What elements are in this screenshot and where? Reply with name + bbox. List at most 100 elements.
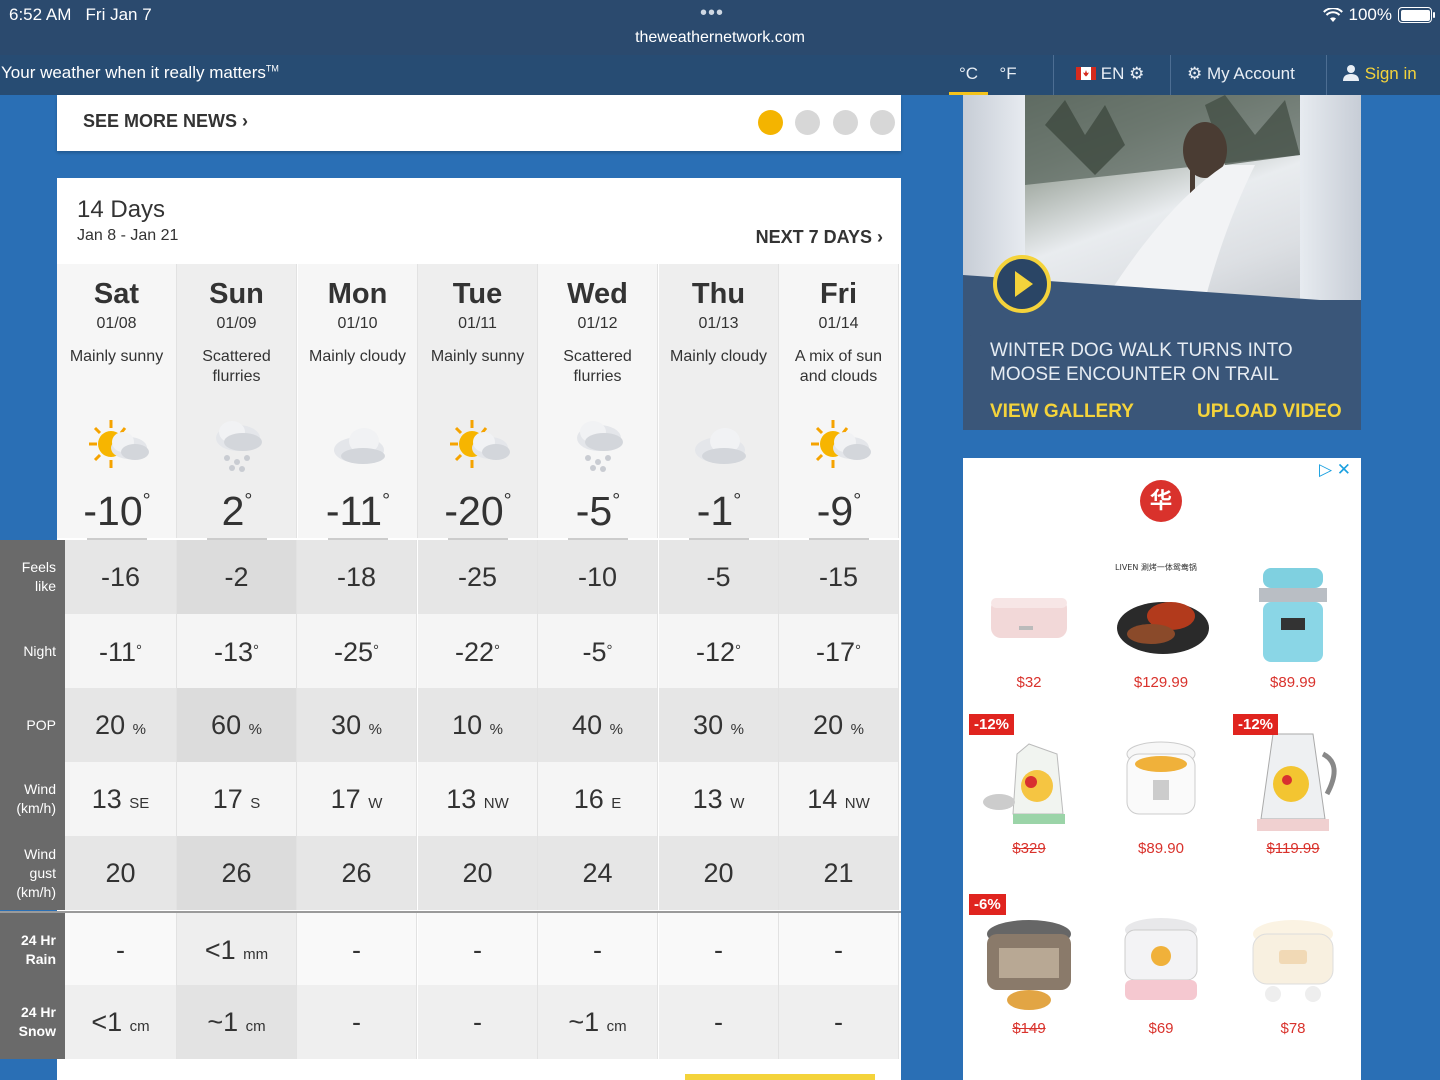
video-card[interactable]: WINTER DOG WALK TURNS INTO MOOSE ENCOUNT…	[963, 95, 1361, 430]
row-value: 26	[297, 836, 417, 910]
snow-cloud-icon	[205, 416, 271, 476]
row-value: -17°	[779, 614, 899, 688]
video-frame-right	[1300, 95, 1361, 300]
row-value: -25	[418, 540, 538, 614]
product-image	[1243, 904, 1343, 1014]
ad-choices-icon[interactable]: ▷ ✕	[1319, 460, 1351, 480]
row-value: -	[297, 913, 417, 987]
day-column-wed[interactable]: Wed 01/12 Scattered flurries -5°	[538, 264, 658, 540]
sign-in-link[interactable]: Sign in	[1342, 55, 1432, 95]
product-price: $149	[1012, 1020, 1046, 1037]
product-price: $119.99	[1266, 840, 1320, 857]
day-column-tue[interactable]: Tue 01/11 Mainly sunny -20°	[418, 264, 538, 540]
my-account-label: My Account	[1206, 64, 1295, 83]
wind-row: 13 SE 17 S 17 W 13 NW 16 E 13 W 14 NW Wind (km/h…	[0, 762, 901, 836]
product-item[interactable]: $89.90	[1101, 714, 1221, 884]
carousel-dot[interactable]	[758, 110, 783, 135]
day-column-sat[interactable]: Sat 01/08 Mainly sunny -10°	[57, 264, 177, 540]
video-headline[interactable]: WINTER DOG WALK TURNS INTO MOOSE ENCOUNT…	[990, 339, 1330, 387]
header-divider	[1053, 55, 1054, 95]
day-name: Thu	[691, 278, 746, 310]
news-strip: SEE MORE NEWS ›	[57, 95, 901, 151]
row-value: <1 mm	[177, 913, 297, 987]
language-selector[interactable]: EN ⚙	[1076, 55, 1156, 95]
product-item[interactable]: $69	[1101, 894, 1221, 1064]
video-thumbnail[interactable]	[1025, 95, 1300, 300]
more-dots-icon[interactable]: •••	[700, 2, 724, 25]
canada-flag-icon	[1076, 67, 1096, 80]
product-item[interactable]: $149 -6%	[969, 894, 1089, 1064]
row-label: Wind gust (km/h)	[0, 836, 65, 910]
night-row: -11° -13° -25° -22° -5° -12° -17° Night	[0, 614, 901, 688]
product-image	[1243, 724, 1343, 834]
row-value: 26	[177, 836, 297, 910]
unit-fahrenheit-toggle[interactable]: °F	[993, 55, 1023, 95]
row-value: -	[65, 913, 177, 987]
play-icon[interactable]	[993, 255, 1051, 313]
day-column-mon[interactable]: Mon 01/10 Mainly cloudy -11°	[298, 264, 418, 540]
my-account-link[interactable]: ⚙ My Account	[1187, 55, 1317, 95]
sun-cloud-icon	[446, 416, 512, 476]
carousel-dot[interactable]	[833, 110, 858, 135]
product-item[interactable]: $89.99	[1233, 548, 1353, 718]
row-value: -15	[779, 540, 899, 614]
product-price: $78	[1280, 1020, 1306, 1037]
carousel-dot[interactable]	[870, 110, 895, 135]
header-divider	[1326, 55, 1327, 95]
next-7-days-button[interactable]: NEXT 7 DAYS ›	[756, 227, 883, 248]
product-price: $69	[1148, 1020, 1174, 1037]
day-column-thu[interactable]: Thu 01/13 Mainly cloudy -1°	[659, 264, 779, 540]
row-value: -10	[538, 540, 658, 614]
row-value: -5°	[538, 614, 658, 688]
product-image	[979, 724, 1079, 834]
cloud-icon	[687, 416, 753, 476]
day-date: 01/10	[337, 315, 378, 332]
day-column-fri[interactable]: Fri 01/14 A mix of sun and clouds -9°	[779, 264, 899, 540]
product-item[interactable]: $32	[969, 548, 1089, 718]
see-more-news-link[interactable]: SEE MORE NEWS ›	[83, 111, 248, 132]
row-value: -18	[297, 540, 417, 614]
moose-trail-image	[1025, 95, 1300, 300]
address-url[interactable]: theweathernetwork.com	[0, 29, 1440, 47]
upload-video-link[interactable]: UPLOAD VIDEO	[1197, 401, 1342, 423]
row-value: -	[418, 913, 538, 987]
forecast-date-range: Jan 8 - Jan 21	[77, 227, 179, 244]
pop-row: 20 % 60 % 30 % 10 % 40 % 30 % 20 % POP	[0, 688, 901, 762]
row-value: -	[779, 913, 899, 987]
row-label: Night	[0, 614, 65, 688]
row-value: -25°	[297, 614, 417, 688]
day-date: 01/13	[698, 315, 739, 332]
day-condition: Scattered flurries	[563, 348, 632, 385]
day-date: 01/12	[577, 315, 618, 332]
row-value: -	[659, 985, 779, 1059]
advertisement[interactable]: ▷ ✕ 华 $32 LIVEN 涮烤一体鸳鸯锅 $129.99 $89.99 $329 -…	[963, 458, 1361, 1080]
product-item[interactable]: LIVEN 涮烤一体鸳鸯锅 $129.99	[1101, 548, 1221, 718]
row-value: -2	[177, 540, 297, 614]
day-name: Sat	[93, 278, 140, 310]
carousel-dot[interactable]	[795, 110, 820, 135]
gear-icon: ⚙	[1187, 64, 1203, 83]
status-bar: 6:52 AM Fri Jan 7 ••• theweathernetwork.…	[0, 0, 1440, 55]
row-value: -13°	[177, 614, 297, 688]
product-item[interactable]: $78	[1233, 894, 1353, 1064]
row-label: POP	[0, 688, 65, 762]
row-value: 13 W	[659, 762, 779, 836]
day-name: Tue	[452, 278, 503, 310]
row-value: ~1 cm	[177, 985, 297, 1059]
discount-badge: -6%	[969, 894, 1006, 915]
svg-text:LIVEN 涮烤一体鸳鸯锅: LIVEN 涮烤一体鸳鸯锅	[1115, 562, 1197, 572]
unit-celsius-toggle[interactable]: °C	[949, 55, 988, 95]
product-image: LIVEN 涮烤一体鸳鸯锅	[1111, 558, 1211, 668]
product-image	[1111, 904, 1211, 1014]
gear-icon: ⚙	[1129, 64, 1145, 83]
day-column-sun[interactable]: Sun 01/09 Scattered flurries 2°	[177, 264, 297, 540]
product-item[interactable]: $119.99 -12%	[1233, 714, 1353, 884]
row-value: -	[538, 913, 658, 987]
day-name: Fri	[819, 278, 858, 310]
row-value: 16 E	[538, 762, 658, 836]
product-item[interactable]: $329 -12%	[969, 714, 1089, 884]
product-price: $89.99	[1270, 674, 1316, 691]
row-label: Wind (km/h)	[0, 762, 65, 836]
day-date: 01/14	[818, 315, 859, 332]
view-gallery-link[interactable]: VIEW GALLERY	[990, 401, 1134, 423]
